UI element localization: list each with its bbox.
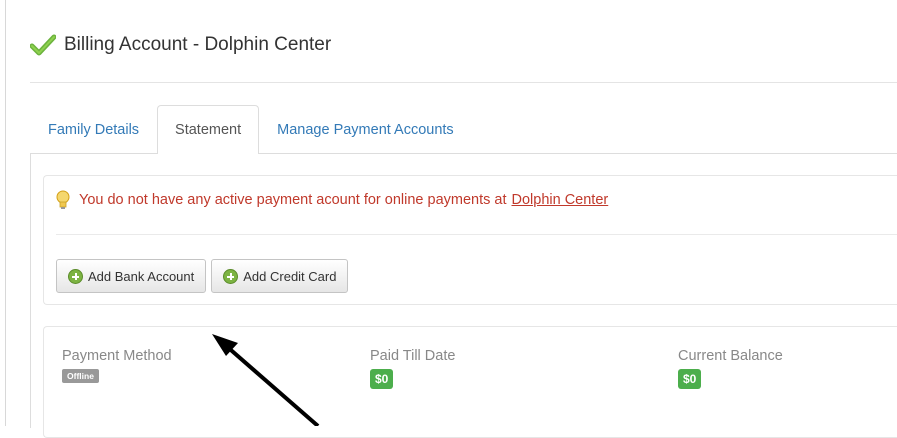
payment-method-label: Payment Method: [62, 348, 172, 364]
add-bank-account-button[interactable]: Add Bank Account: [56, 259, 207, 293]
center-link[interactable]: Dolphin Center: [512, 192, 609, 208]
tab-bar: Family Details Statement Manage Payment …: [30, 105, 897, 154]
add-bank-account-label: Add Bank Account: [88, 268, 195, 284]
lightbulb-icon: [56, 190, 70, 209]
plus-circle-icon: [223, 268, 239, 284]
payment-alert-box: You do not have any active payment acoun…: [43, 175, 897, 305]
current-balance-column: Current Balance $0: [678, 348, 783, 389]
current-balance-value: $0: [678, 369, 702, 389]
alert-message-line: You do not have any active payment acoun…: [56, 190, 608, 210]
checkmark-icon: [30, 34, 56, 56]
page-header: Billing Account - Dolphin Center: [30, 30, 331, 60]
statement-panel: You do not have any active payment acoun…: [30, 153, 897, 438]
add-credit-card-label: Add Credit Card: [243, 268, 337, 284]
alert-divider: [56, 234, 897, 235]
left-border: [5, 0, 6, 426]
payment-method-column: Payment Method Offline: [62, 348, 172, 384]
current-balance-label: Current Balance: [678, 348, 783, 364]
plus-circle-icon: [68, 268, 83, 284]
offline-badge: Offline: [62, 369, 99, 383]
account-summary: Payment Method Offline Paid Till Date $0…: [43, 326, 897, 438]
paid-till-date-column: Paid Till Date $0: [370, 348, 455, 389]
tab-statement[interactable]: Statement: [157, 105, 260, 154]
paid-till-date-label: Paid Till Date: [370, 348, 456, 364]
add-credit-card-button[interactable]: Add Credit Card: [211, 259, 349, 293]
add-account-buttons: Add Bank Account Add Credit Card: [56, 259, 349, 293]
page-title: Billing Account - Dolphin Center: [64, 34, 332, 55]
tab-family-details[interactable]: Family Details: [30, 105, 157, 153]
tab-manage-payment-accounts[interactable]: Manage Payment Accounts: [259, 105, 472, 153]
alert-message: You do not have any active payment acoun…: [79, 192, 507, 208]
header-divider: [30, 82, 897, 83]
paid-till-date-value: $0: [370, 369, 394, 389]
